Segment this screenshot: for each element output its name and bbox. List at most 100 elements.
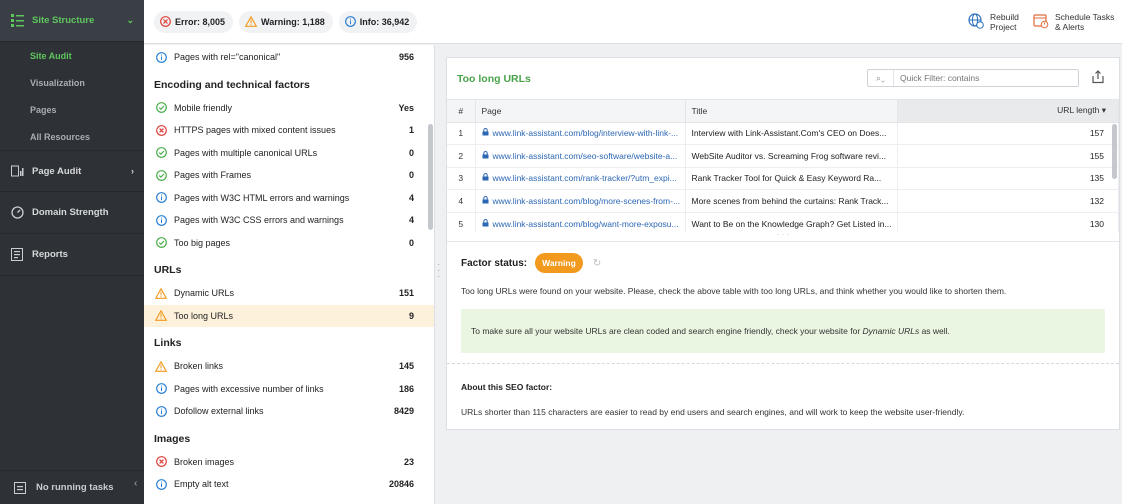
rebuild-project-button[interactable]: Rebuild Project (968, 12, 1019, 32)
factor-row[interactable]: HTTPS pages with mixed content issues 1 (144, 119, 434, 142)
table-row[interactable]: 5 www.link-assistant.com/blog/want-more-e… (447, 212, 1119, 232)
factor-row[interactable]: Broken images 23 (144, 451, 434, 474)
tip-text-emphasis: Dynamic URLs (862, 326, 920, 336)
lock-icon (482, 150, 493, 161)
sidebar-section-domain-strength[interactable]: Domain Strength (0, 192, 144, 234)
sidebar-section-site-structure[interactable]: Site Structure ⌄ (0, 0, 144, 42)
running-tasks-bar[interactable]: No running tasks (0, 470, 144, 504)
quick-filter-input[interactable] (894, 73, 1074, 83)
factor-row[interactable]: Empty alt text 20846 (144, 473, 434, 496)
table-row[interactable]: 3 www.link-assistant.com/rank-tracker/?ut… (447, 167, 1119, 191)
cell-page-url[interactable]: www.link-assistant.com/rank-tracker/?utm… (475, 167, 686, 191)
info-icon (154, 404, 168, 418)
sidebar: Site Structure ⌄ Site Audit Visualizatio… (0, 0, 144, 504)
page-url-text[interactable]: www.link-assistant.com/blog/interview-wi… (493, 128, 679, 138)
search-dropdown-icon[interactable]: ⌕⌄ (868, 70, 894, 86)
page-url-text[interactable]: www.link-assistant.com/blog/want-more-ex… (493, 219, 679, 229)
factor-label: Too big pages (174, 237, 231, 248)
factor-status-section: Factor status: Warning ↻ Too long URLs w… (447, 242, 1119, 353)
rebuild-label-line1: Rebuild (990, 12, 1019, 22)
cell-url-length: 132 (897, 189, 1119, 213)
factor-row[interactable]: Pages with W3C CSS errors and warnings 4 (144, 209, 434, 232)
info-count-badge[interactable]: Info: 36,942 (338, 10, 418, 33)
table-resize-handle[interactable]: · · · (447, 231, 1119, 242)
warning-icon (245, 16, 258, 27)
about-section: About this SEO factor: URLs shorter than… (447, 363, 1119, 417)
factor-row[interactable]: Dofollow external links 8429 (144, 400, 434, 423)
sidebar-item-all-resources[interactable]: All Resources (0, 123, 144, 150)
cell-url-length: 157 (897, 122, 1119, 146)
factor-value: 151 (398, 288, 414, 299)
lock-icon (482, 196, 493, 206)
factor-row[interactable]: Pages with Frames 0 (144, 164, 434, 187)
factor-row[interactable]: Too big pages 0 (144, 232, 434, 255)
factor-label: Pages with W3C CSS errors and warnings (174, 215, 344, 226)
warning-icon (154, 309, 168, 323)
factor-value: 956 (398, 52, 414, 63)
factor-row[interactable]: Pages with excessive number of links 186 (144, 378, 434, 401)
sidebar-item-pages[interactable]: Pages (0, 96, 144, 123)
factor-label: Broken links (174, 361, 224, 372)
factor-row-canonical[interactable]: Pages with rel="canonical" 956 (144, 46, 434, 69)
factor-label: Pages with rel="canonical" (174, 52, 281, 63)
cell-page-url[interactable]: www.link-assistant.com/blog/interview-wi… (475, 122, 686, 146)
sidebar-item-visualization[interactable]: Visualization (0, 69, 144, 96)
factor-label: Dynamic URLs (174, 288, 235, 299)
check-icon (154, 168, 168, 182)
factor-list-scrollbar[interactable] (428, 124, 433, 230)
warning-icon (154, 286, 168, 300)
factor-row[interactable]: Pages with multiple canonical URLs 0 (144, 142, 434, 165)
section-header-urls: URLs (154, 264, 182, 276)
factor-value: 4 (408, 192, 414, 203)
page-url-text[interactable]: www.link-assistant.com/blog/more-scenes-… (493, 196, 681, 206)
cell-page-url[interactable]: www.link-assistant.com/blog/want-more-ex… (475, 212, 686, 232)
sidebar-section-label: Page Audit (32, 165, 82, 177)
table-row[interactable]: 4 www.link-assistant.com/blog/more-scenes… (447, 189, 1119, 213)
factor-row[interactable]: Broken links 145 (144, 355, 434, 378)
page-url-text[interactable]: www.link-assistant.com/rank-tracker/?utm… (493, 173, 677, 183)
cell-page-url[interactable]: www.link-assistant.com/seo-software/webs… (475, 144, 686, 168)
page-audit-icon (10, 164, 24, 178)
factor-status-badge: Warning (535, 253, 583, 273)
export-icon[interactable] (1091, 70, 1105, 86)
factor-row[interactable]: Too long URLs 9 (144, 304, 434, 327)
panel-title: Too long URLs (457, 72, 531, 85)
factor-value: 20846 (388, 479, 414, 490)
schedule-tasks-button[interactable]: Schedule Tasks & Alerts (1033, 12, 1114, 32)
factor-row[interactable]: Pages with W3C HTML errors and warnings 4 (144, 187, 434, 210)
column-header-url-length[interactable]: URL length ▾ (897, 100, 1119, 123)
section-header-encoding: Encoding and technical factors (154, 78, 310, 91)
column-header-num[interactable]: # (447, 100, 476, 123)
urls-table-wrapper: # Page Title URL length ▾ 1 www.link-assi… (447, 100, 1119, 232)
sidebar-section-reports[interactable]: Reports (0, 234, 144, 276)
error-count-badge[interactable]: Error: 8,005 (154, 10, 234, 33)
factor-list: Pages with rel="canonical" 956 Encoding … (144, 45, 435, 504)
running-tasks-label: No running tasks (36, 482, 114, 493)
column-header-page[interactable]: Page (475, 100, 686, 123)
refresh-icon[interactable]: ↻ (593, 258, 601, 269)
factor-label: Pages with multiple canonical URLs (174, 147, 318, 158)
table-row[interactable]: 1 www.link-assistant.com/blog/interview-w… (447, 122, 1119, 146)
page-url-text[interactable]: www.link-assistant.com/seo-software/webs… (493, 151, 678, 161)
tip-box: To make sure all your website URLs are c… (461, 309, 1105, 353)
sidebar-section-page-audit[interactable]: Page Audit › (0, 150, 144, 192)
warning-count-badge[interactable]: Warning: 1,188 (239, 10, 333, 33)
cell-title: WebSite Auditor vs. Screaming Frog softw… (685, 144, 898, 168)
table-scrollbar[interactable] (1112, 124, 1117, 179)
error-icon (160, 16, 171, 27)
panel-splitter-handle[interactable]: · · · (437, 260, 440, 282)
cell-num: 3 (447, 167, 476, 191)
cell-page-url[interactable]: www.link-assistant.com/blog/more-scenes-… (475, 189, 686, 213)
factor-value: 0 (408, 170, 414, 181)
cell-url-length: 135 (897, 167, 1119, 191)
warning-icon (154, 359, 168, 373)
column-header-title[interactable]: Title (685, 100, 898, 123)
factor-row[interactable]: Dynamic URLs 151 (144, 282, 434, 305)
chevron-right-icon: › (131, 166, 134, 176)
lock-icon (482, 173, 493, 183)
factor-row[interactable]: Mobile friendly Yes (144, 97, 434, 120)
table-row[interactable]: 2 www.link-assistant.com/seo-software/web… (447, 144, 1119, 168)
cell-title: Interview with Link-Assistant.Com's CEO … (685, 122, 898, 146)
sidebar-item-site-audit[interactable]: Site Audit (0, 42, 144, 69)
quick-filter[interactable]: ⌕⌄ (867, 69, 1079, 87)
